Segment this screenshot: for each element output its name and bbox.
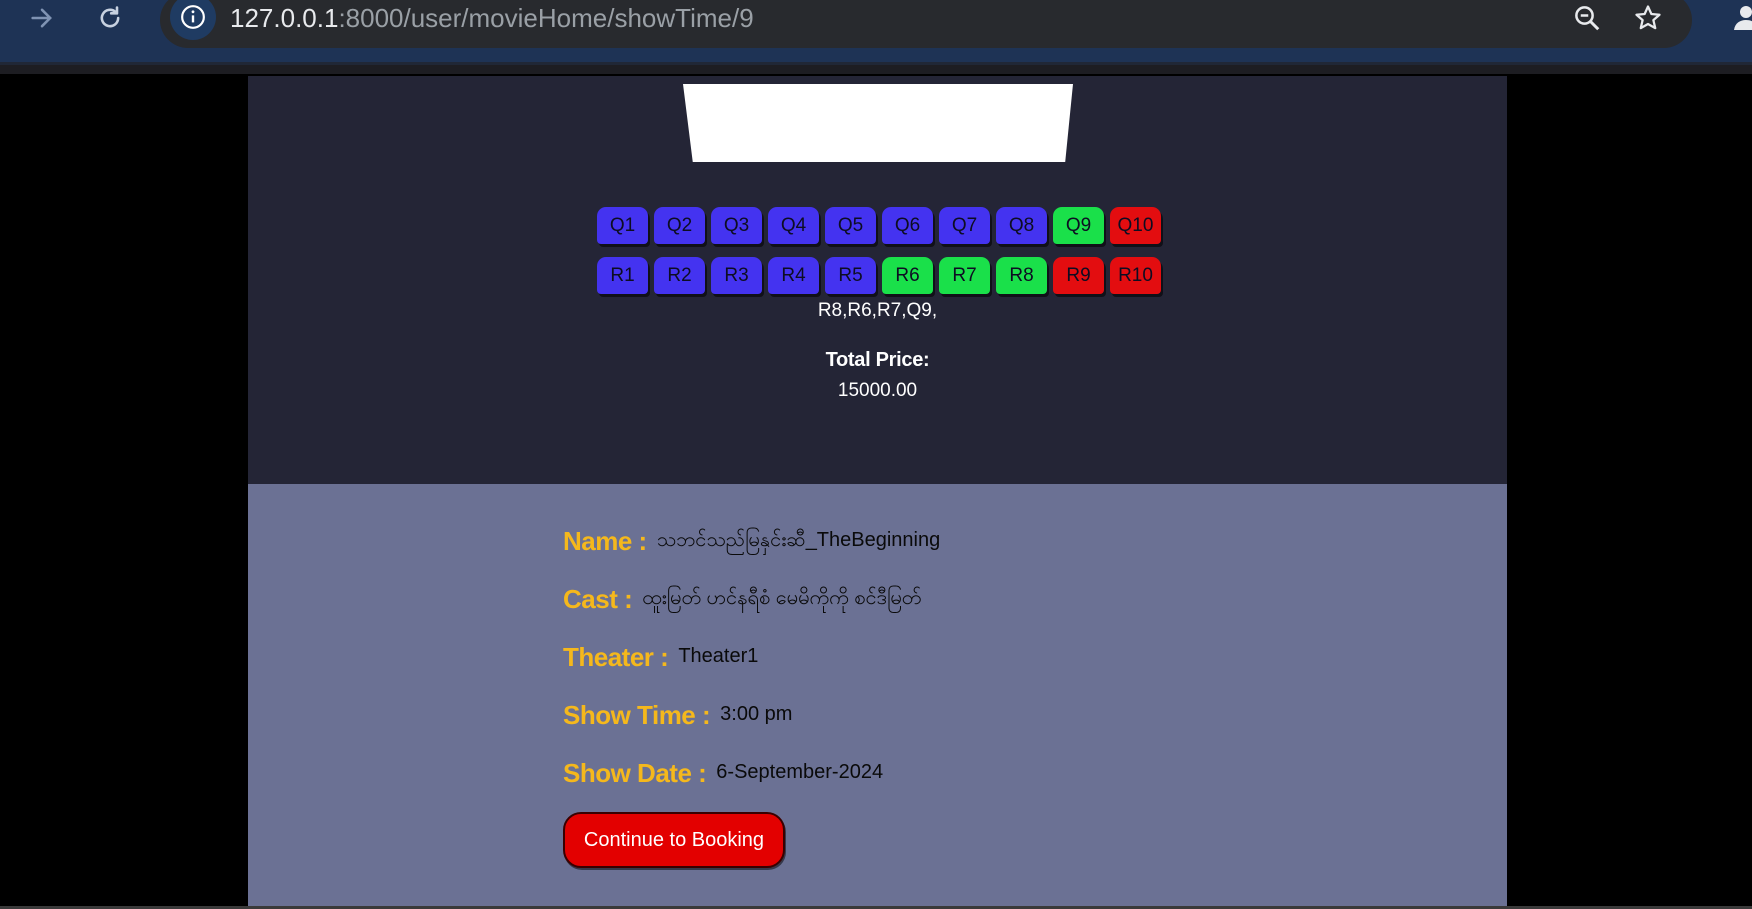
profile-icon[interactable] bbox=[1726, 0, 1752, 36]
show-date-label: Show Date : bbox=[563, 758, 707, 788]
seat-r10: R10 bbox=[1110, 257, 1161, 294]
seat-q9[interactable]: Q9 bbox=[1053, 207, 1104, 244]
total-price-value: 15000.00 bbox=[837, 380, 918, 401]
seat-q3[interactable]: Q3 bbox=[711, 207, 762, 244]
seat-r5[interactable]: R5 bbox=[825, 257, 876, 294]
theater-value: Theater1 bbox=[678, 645, 759, 667]
seat-r2[interactable]: R2 bbox=[654, 257, 705, 294]
show-date-row: Show Date : 6-September-2024 bbox=[563, 758, 883, 789]
browser-toolbar: 127.0.0.1:8000/user/movieHome/showTime/9 bbox=[0, 0, 1752, 62]
zoom-out-icon[interactable] bbox=[1572, 0, 1602, 36]
movie-info-panel: Name : သဘင်သည်မြနှင်းဆီ_TheBeginning Cas… bbox=[248, 484, 1507, 909]
seat-q6[interactable]: Q6 bbox=[882, 207, 933, 244]
seat-q10: Q10 bbox=[1110, 207, 1161, 244]
seat-r4[interactable]: R4 bbox=[768, 257, 819, 294]
toolbar-divider bbox=[0, 62, 1752, 74]
seat-row-r: R1 R2 R3 R4 R5 R6 R7 R8 R9 R10 bbox=[597, 257, 1161, 294]
theater-label: Theater : bbox=[563, 642, 669, 672]
continue-to-booking-button[interactable]: Continue to Booking bbox=[563, 812, 785, 868]
theater-row: Theater : Theater1 bbox=[563, 642, 758, 673]
total-price-label: Total Price: bbox=[825, 349, 930, 371]
star-icon[interactable] bbox=[1633, 0, 1663, 36]
url-text[interactable]: 127.0.0.1:8000/user/movieHome/showTime/9 bbox=[230, 1, 754, 35]
seat-q8[interactable]: Q8 bbox=[996, 207, 1047, 244]
movie-name-row: Name : သဘင်သည်မြနှင်းဆီ_TheBeginning bbox=[563, 526, 940, 560]
movie-name-label: Name : bbox=[563, 526, 647, 556]
show-date-value: 6-September-2024 bbox=[716, 761, 884, 783]
seat-row-q: Q1 Q2 Q3 Q4 Q5 Q6 Q7 Q8 Q9 Q10 bbox=[597, 207, 1161, 244]
show-time-value: 3:00 pm bbox=[720, 703, 793, 725]
movie-name-value: သဘင်သည်မြနှင်းဆီ_TheBeginning bbox=[656, 529, 941, 551]
page-container: Q1 Q2 Q3 Q4 Q5 Q6 Q7 Q8 Q9 Q10 R1 R2 R3 R4 R5 R6 R7 R8 R9… bbox=[248, 76, 1507, 909]
url-path: :8000/user/movieHome/showTime/9 bbox=[338, 3, 754, 33]
show-time-label: Show Time : bbox=[563, 700, 711, 730]
seat-r8[interactable]: R8 bbox=[996, 257, 1047, 294]
seat-q2[interactable]: Q2 bbox=[654, 207, 705, 244]
seat-r6[interactable]: R6 bbox=[882, 257, 933, 294]
movie-cast-label: Cast : bbox=[563, 584, 633, 614]
seat-q1[interactable]: Q1 bbox=[597, 207, 648, 244]
seat-r3[interactable]: R3 bbox=[711, 257, 762, 294]
cinema-screen bbox=[683, 84, 1073, 162]
seat-selection-panel: Q1 Q2 Q3 Q4 Q5 Q6 Q7 Q8 Q9 Q10 R1 R2 R3 R4 R5 R6 R7 R8 R9… bbox=[248, 76, 1507, 484]
reload-icon[interactable] bbox=[90, 0, 130, 36]
seat-q4[interactable]: Q4 bbox=[768, 207, 819, 244]
seat-q7[interactable]: Q7 bbox=[939, 207, 990, 244]
seat-r1[interactable]: R1 bbox=[597, 257, 648, 294]
url-host: 127.0.0.1 bbox=[230, 3, 339, 33]
show-time-row: Show Time : 3:00 pm bbox=[563, 700, 792, 731]
arrow-forward-icon[interactable] bbox=[22, 0, 62, 36]
movie-cast-row: Cast : ထူးမြတ် ဟင်နရီစံ မေမိကိုကို စင်ဒီ… bbox=[563, 584, 921, 618]
movie-cast-value: ထူးမြတ် ဟင်နရီစံ မေမိကိုကို စင်ဒီမြတ် bbox=[642, 587, 922, 609]
seat-q5[interactable]: Q5 bbox=[825, 207, 876, 244]
seat-r7[interactable]: R7 bbox=[939, 257, 990, 294]
seat-r9: R9 bbox=[1053, 257, 1104, 294]
selected-seats-text: R8,R6,R7,Q9, bbox=[817, 300, 938, 321]
